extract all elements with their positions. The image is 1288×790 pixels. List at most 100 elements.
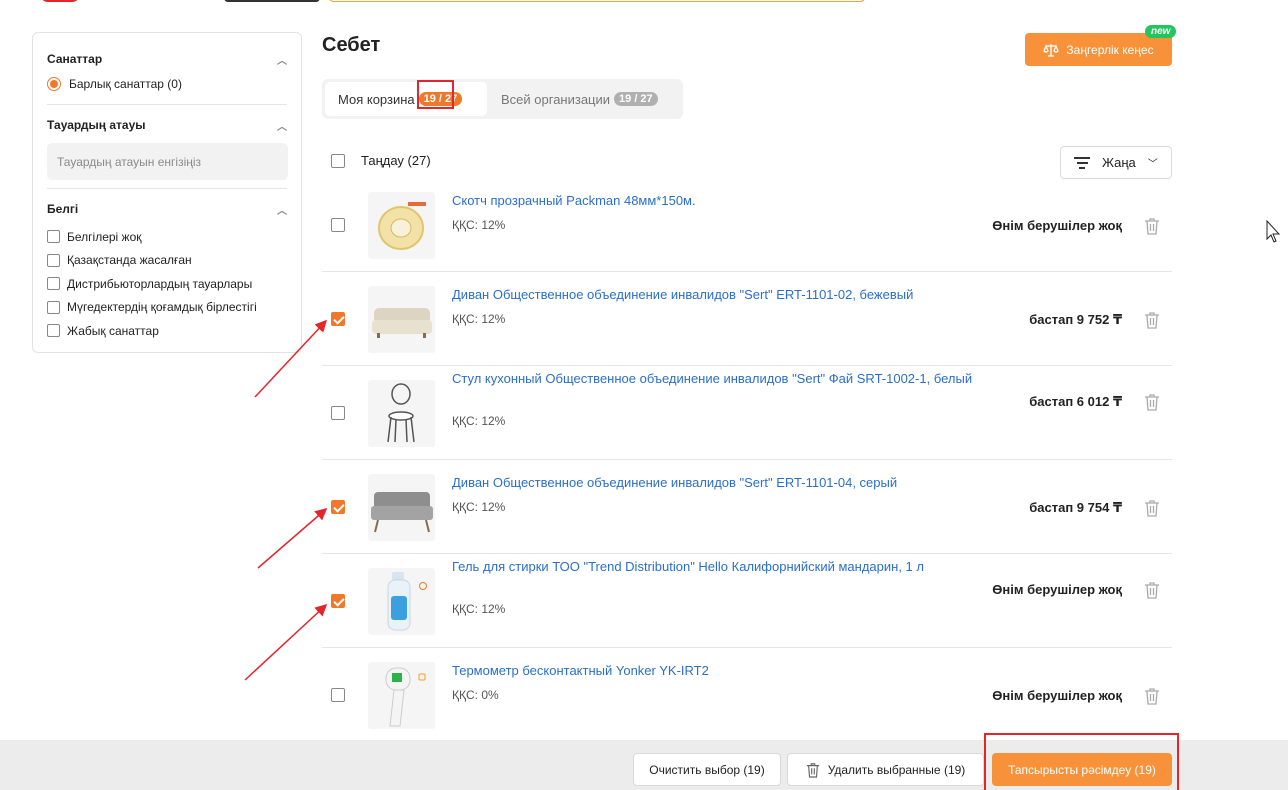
trash-icon[interactable] (1144, 499, 1160, 517)
product-name-title: Тауардың атауы (47, 118, 146, 132)
scales-icon (1043, 43, 1060, 57)
gel-bottle-thumbnail[interactable] (368, 568, 435, 635)
select-all-label: Таңдау (27) (361, 153, 431, 168)
product-price: бастап 6 012 ₸ (1029, 394, 1122, 409)
tape-thumbnail[interactable] (368, 192, 435, 259)
cart-item: Стул кухонный Общественное объединение и… (322, 366, 1172, 460)
chevron-down-icon: ﹀ (1147, 159, 1158, 170)
tab-label: Всей организации (501, 91, 611, 107)
mark-option-distributors[interactable]: Дистрибьюторлардың тауарлары (47, 272, 287, 296)
checkbox[interactable] (47, 300, 60, 314)
logo[interactable] (40, 0, 80, 2)
trash-icon[interactable] (1144, 217, 1160, 235)
mark-option-closed-categories[interactable]: Жабық санаттар (47, 319, 287, 343)
checkbox[interactable] (47, 277, 60, 291)
tab-label: Моя корзина (338, 91, 415, 107)
marks-title: Белгі (47, 202, 79, 216)
item-checkbox[interactable] (331, 594, 345, 608)
sort-dropdown[interactable]: Жаңа ﹀ (1060, 146, 1172, 179)
categories-title: Санаттар (47, 52, 103, 66)
cart-item: Диван Общественное объединение инвалидов… (322, 460, 1172, 554)
all-categories-radio[interactable]: Барлық санаттар (0) (47, 77, 287, 91)
trash-icon[interactable] (1144, 687, 1160, 705)
product-name-header[interactable]: Тауардың атауы ︿ (47, 115, 287, 135)
item-checkbox[interactable] (331, 406, 345, 420)
item-checkbox[interactable] (331, 218, 345, 232)
product-vat: ҚҚС: 12% (452, 312, 506, 326)
product-name-link[interactable]: Гель для стирки ТОО "Trend Distribution"… (452, 557, 982, 577)
legal-advice-label: Заңгерлік кеңес (1066, 42, 1154, 57)
marks-options: Белгілері жоқ Қазақстанда жасалған Дистр… (47, 225, 287, 355)
product-vat: ҚҚС: 12% (452, 500, 506, 514)
product-name-link[interactable]: Диван Общественное объединение инвалидов… (452, 473, 982, 493)
product-vat: ҚҚС: 12% (452, 218, 506, 232)
sort-label: Жаңа (1102, 155, 1136, 170)
clear-selection-label: Очистить выбор (19) (649, 762, 765, 777)
checkbox[interactable] (47, 253, 60, 267)
product-name-link[interactable]: Скотч прозрачный Packman 48мм*150м. (452, 191, 982, 211)
mark-option-no-marks[interactable]: Белгілері жоқ (47, 225, 287, 249)
tab-my-cart[interactable]: Моя корзина 19 / 27 (325, 82, 487, 116)
product-name-link[interactable]: Термометр бесконтактный Yonker YK-IRT2 (452, 661, 982, 681)
product-price: Өнім берушілер жоқ (992, 218, 1122, 233)
annotation-arrow (244, 603, 328, 681)
cart-item: Термометр бесконтактный Yonker YK-IRT2 Қ… (322, 648, 1172, 742)
clear-selection-button[interactable]: Очистить выбор (19) (633, 753, 781, 786)
all-categories-label: Барлық санаттар (0) (69, 77, 182, 91)
mark-option-label: Дистрибьюторлардың тауарлары (67, 276, 253, 291)
sofa-beige-thumbnail[interactable] (368, 286, 435, 353)
categories-header[interactable]: Санаттар ︿ (47, 49, 287, 69)
product-vat: ҚҚС: 12% (452, 602, 506, 616)
mark-option-label: Қазақстанда жасалған (67, 253, 192, 268)
product-price: Өнім берушілер жоқ (992, 688, 1122, 703)
annotation-highlight-box (417, 80, 454, 109)
product-name-input[interactable] (47, 143, 288, 180)
delete-selected-label: Удалить выбранные (19) (827, 762, 966, 777)
marks-filter: Белгі ︿ Белгілері жоқ Қазақстанда жасалғ… (47, 189, 287, 355)
thermometer-thumbnail[interactable] (368, 662, 435, 729)
chair-thumbnail[interactable] (368, 380, 435, 447)
tab-count-badge: 19 / 27 (614, 92, 658, 106)
cart-item: Скотч прозрачный Packman 48мм*150м. ҚҚС:… (322, 178, 1172, 272)
item-checkbox[interactable] (331, 688, 345, 702)
product-name-link[interactable]: Диван Общественное объединение инвалидов… (452, 285, 982, 305)
search-bar-stub[interactable] (328, 0, 866, 2)
trash-icon (806, 762, 819, 778)
categories-filter: Санаттар ︿ Барлық санаттар (0) (47, 33, 287, 105)
trash-icon[interactable] (1144, 311, 1160, 329)
product-vat: ҚҚС: 12% (452, 414, 506, 428)
mouse-cursor-icon (1266, 220, 1280, 243)
trash-icon[interactable] (1144, 581, 1160, 599)
product-name-filter: Тауардың атауы ︿ (47, 105, 288, 189)
sofa-grey-thumbnail[interactable] (368, 474, 435, 541)
select-all-row[interactable]: Таңдау (27) (331, 153, 431, 168)
header-button-stub[interactable] (224, 0, 320, 2)
mark-option-made-in-kz[interactable]: Қазақстанда жасалған (47, 249, 287, 273)
radio-selected-icon[interactable] (47, 77, 61, 91)
filter-sidebar: Санаттар ︿ Барлық санаттар (0) Тауардың … (32, 32, 302, 353)
product-price: бастап 9 752 ₸ (1029, 312, 1122, 327)
checkbox[interactable] (47, 230, 60, 244)
product-price: Өнім берушілер жоқ (992, 582, 1122, 597)
mark-option-disabled-association[interactable]: Мүгедектердің қоғамдық бірлестігі (47, 296, 287, 320)
annotation-highlight-box (984, 733, 1179, 790)
cart-product-list: Скотч прозрачный Packman 48мм*150м. ҚҚС:… (322, 178, 1172, 742)
product-vat: ҚҚС: 0% (452, 688, 499, 702)
checkbox[interactable] (47, 324, 60, 338)
trash-icon[interactable] (1144, 393, 1160, 411)
mark-option-label: Жабық санаттар (67, 323, 159, 338)
new-badge: new (1145, 25, 1177, 38)
chevron-up-icon[interactable]: ︿ (277, 202, 287, 217)
cart-item: Диван Общественное объединение инвалидов… (322, 272, 1172, 366)
marks-header[interactable]: Белгі ︿ (47, 199, 287, 219)
tab-organization[interactable]: Всей организации 19 / 27 (487, 82, 668, 116)
item-checkbox[interactable] (331, 312, 345, 326)
page-title: Себет (322, 34, 381, 56)
select-all-checkbox[interactable] (331, 153, 345, 168)
product-name-link[interactable]: Стул кухонный Общественное объединение и… (452, 369, 982, 389)
chevron-up-icon[interactable]: ︿ (277, 52, 287, 67)
item-checkbox[interactable] (331, 500, 345, 514)
delete-selected-button[interactable]: Удалить выбранные (19) (787, 753, 984, 786)
chevron-up-icon[interactable]: ︿ (277, 118, 287, 133)
cart-item: Гель для стирки ТОО "Trend Distribution"… (322, 554, 1172, 648)
